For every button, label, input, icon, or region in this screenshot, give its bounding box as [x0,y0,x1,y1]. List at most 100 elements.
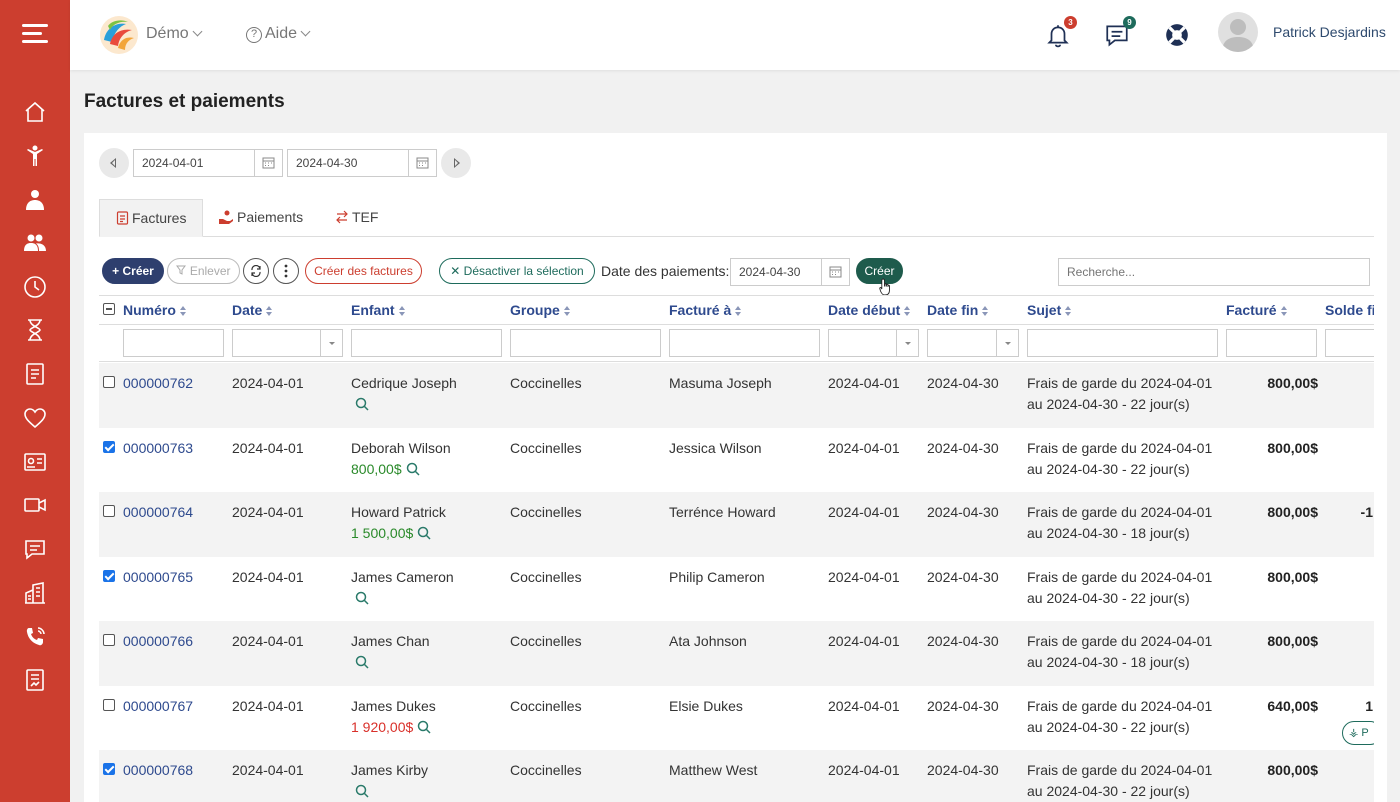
invoice-number-link[interactable]: 000000762 [123,375,193,391]
org-selector[interactable]: Démo [146,25,203,43]
invoice-number-link[interactable]: 000000766 [123,633,193,649]
column-header-groupe[interactable]: Groupe [510,302,571,318]
hourglass-icon[interactable] [23,318,47,342]
filter-enfant-input[interactable] [351,329,502,357]
search-icon[interactable] [355,784,369,798]
search-icon[interactable] [355,397,369,411]
subject-line-1: Frais de garde du 2024-04-01 [1027,762,1213,778]
video-icon[interactable] [23,493,47,517]
column-header-numero[interactable]: Numéro [123,302,187,318]
tab-tef[interactable]: TEF [319,199,394,237]
group-name: Coccinelles [510,633,582,649]
tab-factures[interactable]: Factures [99,199,204,237]
filter-facture-input[interactable] [1226,329,1317,357]
payment-hand-icon [219,210,233,224]
row-checkbox[interactable] [103,698,115,711]
select-all-checkbox[interactable] [103,303,115,315]
column-header-sujet[interactable]: Sujet [1027,302,1072,318]
support-lifebuoy-icon[interactable] [1164,22,1190,48]
invoice-number-link[interactable]: 000000765 [123,569,193,585]
clock-icon[interactable] [23,275,47,299]
billed-to: Matthew West [669,762,758,778]
filter-icon [176,265,187,275]
caret-left-icon [110,158,116,168]
column-header-date[interactable]: Date [232,302,273,318]
end-date-input[interactable]: 2024-04-30 [287,149,437,177]
search-input[interactable] [1058,258,1370,286]
calendar-icon[interactable] [821,259,849,285]
close-icon: ✕ [450,264,461,278]
avatar[interactable] [1218,12,1258,52]
row-checkbox[interactable] [103,440,115,453]
invoice-number-link[interactable]: 000000763 [123,440,193,456]
chat-icon[interactable] [23,537,47,561]
search-icon[interactable] [417,526,431,540]
report-icon[interactable] [23,668,47,692]
search-icon[interactable] [355,655,369,669]
remove-button[interactable]: Enlever [167,258,240,284]
search-icon[interactable] [417,720,431,734]
messages-button[interactable]: 9 [1104,16,1136,48]
create-invoice-button[interactable]: + Créer [102,258,164,284]
column-header-solde[interactable]: Solde fi [1325,302,1374,318]
table-header: Numéro Date Enfant Groupe Facturé à Date… [99,295,1374,325]
invoice-date: 2024-04-01 [232,439,304,456]
row-checkbox[interactable] [103,763,115,775]
filter-date-debut-select[interactable] [828,329,919,357]
phone-icon[interactable] [23,625,47,649]
pay-button[interactable]: ⚶ P [1342,720,1374,745]
column-header-enfant[interactable]: Enfant [351,302,406,318]
column-header-facture[interactable]: Facturé [1226,302,1288,318]
parents-icon[interactable] [23,231,47,255]
notifications-button[interactable]: 3 [1045,16,1077,48]
filter-date-fin-select[interactable] [927,329,1019,357]
deactivate-selection-button[interactable]: ✕ Désactiver la sélection [439,258,595,284]
filter-solde-input[interactable] [1325,329,1374,357]
row-checkbox[interactable] [103,505,115,517]
start-date-input[interactable]: 2024-04-01 [133,149,283,177]
table-row: 000000762 2024-04-01 Cedrique Joseph Coccin… [99,363,1374,428]
staff-icon[interactable] [23,188,47,212]
previous-period-button[interactable] [99,148,129,178]
id-card-icon[interactable] [23,450,47,474]
filter-sujet-input[interactable] [1027,329,1218,357]
table-row: 000000765 2024-04-01 James Cameron Coccinel… [99,557,1374,622]
row-checkbox[interactable] [103,569,115,582]
filter-groupe-input[interactable] [510,329,661,357]
calendar-icon[interactable] [408,150,436,176]
column-header-facture-a[interactable]: Facturé à [669,302,742,318]
invoice-number-link[interactable]: 000000768 [123,762,193,778]
home-icon[interactable] [23,100,47,124]
row-checkbox[interactable] [103,634,115,646]
filter-numero-input[interactable] [123,329,224,357]
filter-facture-a-input[interactable] [669,329,820,357]
heart-icon[interactable] [23,406,47,430]
column-header-date-fin[interactable]: Date fin [927,302,989,318]
more-options-button[interactable] [273,258,299,284]
invoices-table: Numéro Date Enfant Groupe Facturé à Date… [99,295,1374,802]
building-icon[interactable] [23,581,47,605]
invoice-number-link[interactable]: 000000767 [123,698,193,714]
org-logo[interactable] [98,14,140,56]
payment-date-input[interactable]: 2024-04-30 [730,258,850,286]
search-icon[interactable] [406,462,420,476]
calendar-icon[interactable] [254,150,282,176]
menu-icon[interactable] [22,24,48,44]
user-name[interactable]: Patrick Desjardins [1273,24,1386,40]
billed-to: Terrénce Howard [669,504,776,520]
invoice-number-link[interactable]: 000000764 [123,504,193,520]
invoice-icon[interactable] [23,362,47,386]
create-invoices-button[interactable]: Créer des factures [305,258,422,284]
filter-date-select[interactable] [232,329,343,357]
child-icon[interactable] [23,144,47,168]
child-balance [351,590,369,606]
row-checkbox[interactable] [103,376,115,388]
end-date: 2024-04-30 [927,568,999,585]
next-period-button[interactable] [441,148,471,178]
refresh-button[interactable] [243,258,269,284]
tab-paiements[interactable]: Paiements [203,199,319,237]
column-header-date-debut[interactable]: Date début [828,302,911,318]
help-menu[interactable]: ? Aide [246,25,311,43]
search-icon[interactable] [355,591,369,605]
invoice-date: 2024-04-01 [232,762,304,778]
